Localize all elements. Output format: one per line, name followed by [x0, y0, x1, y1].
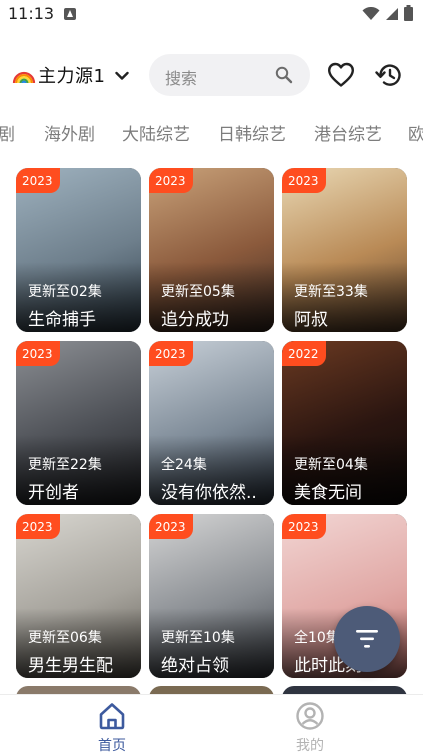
heart-icon[interactable]	[327, 62, 355, 88]
tab-category[interactable]: 港台综艺	[314, 120, 382, 145]
show-card[interactable]: 2023 更新至22集 开创者	[16, 341, 141, 505]
app-screen: 11:13 主力源1 搜索 剧 海外剧 大陆综艺 日韩综艺 港台综艺 欧 202…	[0, 0, 423, 752]
search-placeholder: 搜索	[165, 69, 198, 88]
status-time: 11:13	[8, 4, 55, 23]
show-title: 生命捕手	[28, 310, 96, 330]
nav-home[interactable]: 首页	[80, 699, 144, 752]
chevron-down-icon	[115, 71, 130, 80]
year-badge: 2022	[282, 341, 326, 366]
status-bar: 11:13	[0, 0, 423, 30]
tab-category[interactable]: 日韩综艺	[218, 120, 286, 145]
show-card[interactable]: 2023 全24集 没有你依然..	[149, 341, 274, 505]
episode-status: 更新至33集	[294, 284, 368, 300]
show-title: 男生男生配	[28, 656, 113, 676]
show-title: 绝对占领	[161, 656, 229, 676]
show-card[interactable]: 2023 更新至10集 绝对占领	[149, 514, 274, 678]
tab-category[interactable]: 欧	[408, 120, 423, 145]
wifi-icon	[362, 7, 380, 20]
show-title: 没有你依然..	[161, 483, 257, 503]
bottom-nav: 首页 我的	[0, 694, 423, 752]
category-tabs: 剧 海外剧 大陆综艺 日韩综艺 港台综艺 欧	[0, 112, 423, 148]
show-title: 阿叔	[294, 310, 328, 330]
user-icon	[296, 702, 324, 730]
show-card[interactable]: 2023 更新至06集 男生男生配	[16, 514, 141, 678]
episode-status: 更新至04集	[294, 457, 368, 473]
episode-status: 更新至06集	[28, 630, 102, 646]
show-card[interactable]: 2023 更新至02集 生命捕手	[16, 168, 141, 332]
show-card[interactable]: 2022 更新至04集 美食无间	[282, 341, 407, 505]
source-selector[interactable]: 主力源1	[12, 62, 130, 88]
episode-status: 更新至02集	[28, 284, 102, 300]
tab-category[interactable]: 海外剧	[44, 120, 95, 145]
year-badge: 2023	[282, 514, 326, 539]
year-badge: 2023	[16, 168, 60, 193]
episode-status: 全10集	[294, 630, 340, 646]
nav-mine[interactable]: 我的	[278, 699, 342, 752]
filter-button[interactable]	[334, 606, 400, 672]
episode-status: 更新至10集	[161, 630, 235, 646]
year-badge: 2023	[149, 341, 193, 366]
show-title: 美食无间	[294, 483, 362, 503]
show-card[interactable]: 2023 更新至05集 追分成功	[149, 168, 274, 332]
show-card[interactable]: 2023 更新至33集 阿叔	[282, 168, 407, 332]
filter-icon	[356, 630, 378, 648]
show-title: 开创者	[28, 483, 79, 503]
signal-icon	[386, 8, 398, 20]
nav-home-label: 首页	[98, 738, 126, 752]
tab-category[interactable]: 大陆综艺	[122, 120, 190, 145]
year-badge: 2023	[149, 168, 193, 193]
year-badge: 2023	[16, 341, 60, 366]
rainbow-icon	[12, 71, 36, 84]
show-title: 追分成功	[161, 310, 229, 330]
episode-status: 更新至22集	[28, 457, 102, 473]
year-badge: 2023	[282, 168, 326, 193]
notification-icon	[64, 8, 76, 20]
episode-status: 更新至05集	[161, 284, 235, 300]
home-icon	[99, 703, 125, 730]
search-icon[interactable]	[275, 66, 293, 84]
tab-category[interactable]: 剧	[0, 120, 15, 145]
nav-mine-label: 我的	[296, 738, 324, 752]
year-badge: 2023	[16, 514, 60, 539]
year-badge: 2023	[149, 514, 193, 539]
episode-status: 全24集	[161, 457, 207, 473]
source-label: 主力源1	[38, 66, 106, 87]
battery-icon	[404, 5, 413, 21]
history-icon[interactable]	[375, 62, 403, 88]
